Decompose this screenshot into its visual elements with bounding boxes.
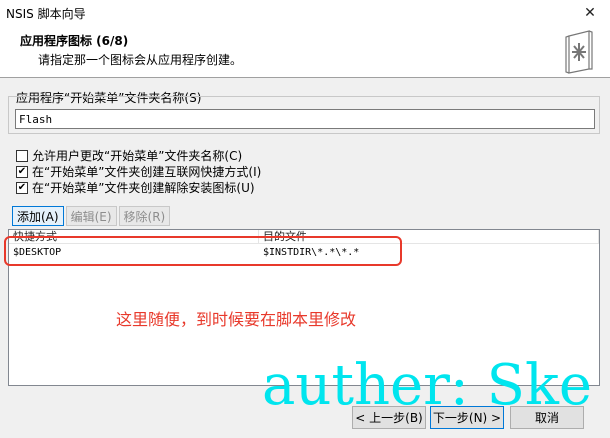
start-menu-folder-group bbox=[8, 96, 600, 134]
wizard-book-icon bbox=[565, 30, 593, 74]
window-title: NSIS 脚本向导 bbox=[6, 7, 86, 21]
uninstall-icon-label: 在“开始菜单”文件夹创建解除安装图标(U) bbox=[32, 181, 255, 195]
allow-change-folder-checkbox[interactable] bbox=[16, 149, 28, 162]
watermark-text: auther: Ske bbox=[262, 353, 593, 418]
annotation-highlight bbox=[4, 236, 402, 266]
close-icon[interactable]: ✕ bbox=[570, 0, 610, 26]
uninstall-icon-option[interactable]: ✔ 在“开始菜单”文件夹创建解除安装图标(U) bbox=[16, 180, 255, 195]
shortcut-actions: 添加(A) 编辑(E) 移除(R) bbox=[12, 206, 171, 226]
internet-shortcut-checkbox[interactable]: ✔ bbox=[16, 165, 28, 178]
uninstall-icon-checkbox[interactable]: ✔ bbox=[16, 181, 28, 194]
title-bar: NSIS 脚本向导 ✕ bbox=[0, 0, 610, 26]
remove-button[interactable]: 移除(R) bbox=[118, 206, 171, 226]
wizard-header: 应用程序图标 (6/8) 请指定那一个图标会从应用程序创建。 bbox=[0, 26, 610, 78]
allow-change-folder-option[interactable]: 允许用户更改“开始菜单”文件夹名称(C) bbox=[16, 148, 242, 163]
page-subtitle: 请指定那一个图标会从应用程序创建。 bbox=[38, 53, 243, 67]
internet-shortcut-option[interactable]: ✔ 在“开始菜单”文件夹创建互联网快捷方式(I) bbox=[16, 164, 261, 179]
edit-button[interactable]: 编辑(E) bbox=[65, 206, 117, 226]
annotation-text: 这里随便，到时候要在脚本里修改 bbox=[116, 310, 357, 329]
add-button[interactable]: 添加(A) bbox=[12, 206, 64, 226]
page-title: 应用程序图标 (6/8) bbox=[20, 34, 129, 48]
nsis-wizard-window: NSIS 脚本向导 ✕ 应用程序图标 (6/8) 请指定那一个图标会从应用程序创… bbox=[0, 0, 610, 438]
allow-change-folder-label: 允许用户更改“开始菜单”文件夹名称(C) bbox=[32, 149, 243, 163]
start-menu-folder-input[interactable] bbox=[15, 109, 595, 129]
internet-shortcut-label: 在“开始菜单”文件夹创建互联网快捷方式(I) bbox=[32, 165, 262, 179]
